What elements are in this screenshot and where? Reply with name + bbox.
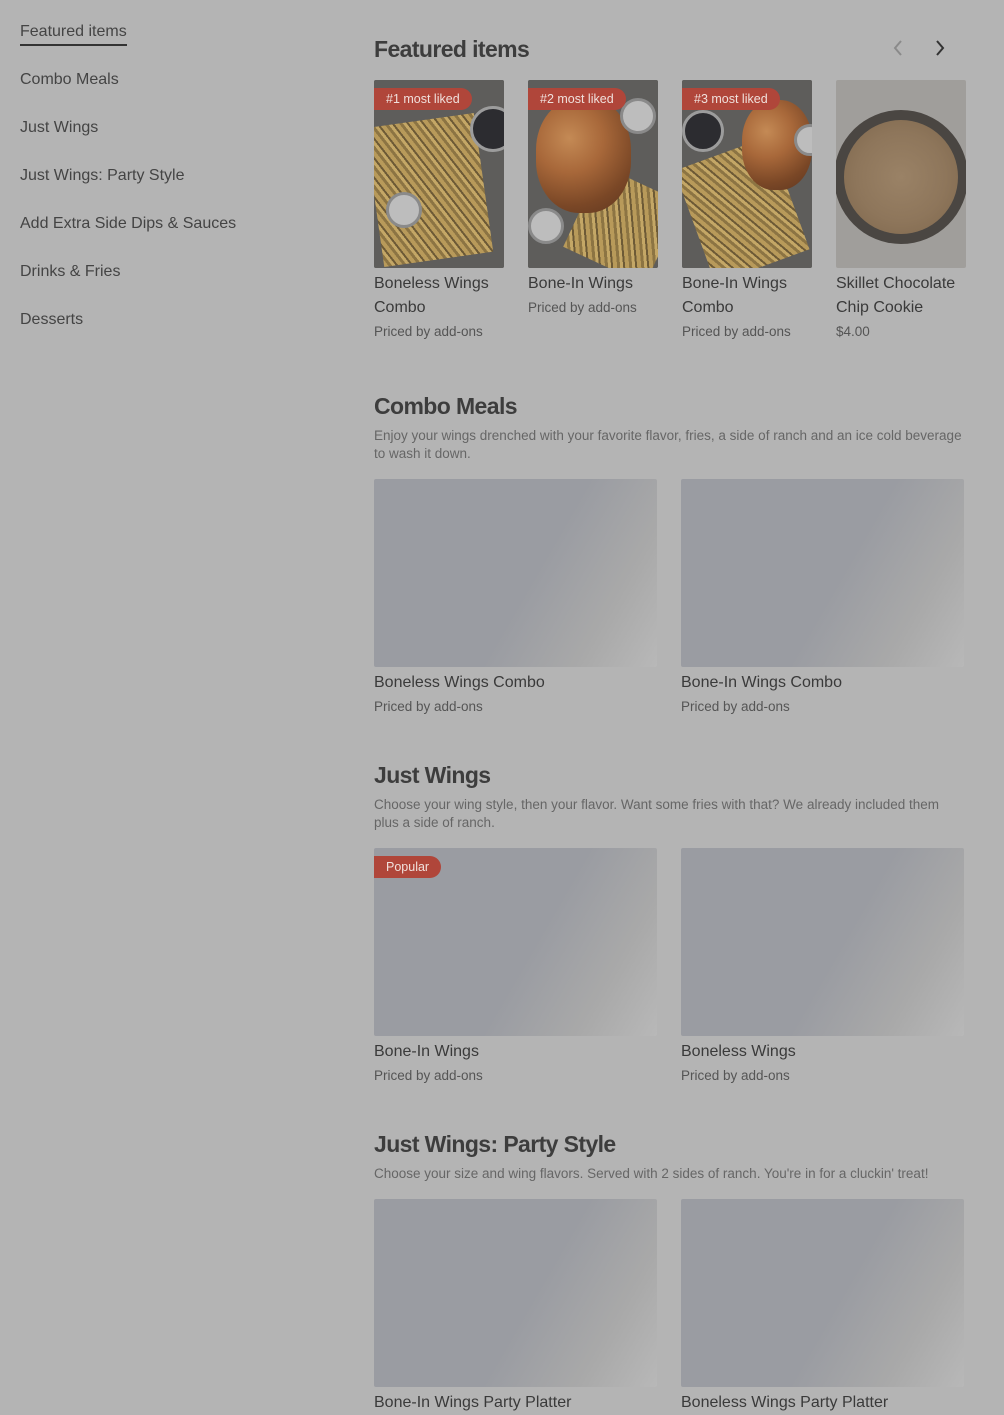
sidebar-item-just-wings-party-style[interactable]: Just Wings: Party Style [20,164,320,188]
item-price: Priced by add-ons [374,1068,483,1083]
menu-item-card[interactable]: #3 most liked Bone-In Wings Combo Priced… [682,80,812,342]
item-badge: #2 most liked [528,88,626,110]
item-image-placeholder: Popular [374,848,657,1036]
menu-item-card[interactable]: Boneless Wings Combo Priced by add-ons [374,479,657,717]
just-wings-party-style-section: Just Wings: Party Style Choose your size… [374,1125,964,1415]
section-description: Choose your wing style, then your flavor… [374,797,940,830]
item-name: Bone-In Wings [528,275,633,292]
section-title: Featured items [374,36,530,62]
item-price: Priced by add-ons [681,699,790,714]
item-image-placeholder [681,1199,964,1387]
section-description: Enjoy your wings drenched with your favo… [374,428,962,461]
carousel-next-button[interactable] [926,32,954,64]
just-wings-section: Just Wings Choose your wing style, then … [374,756,964,1088]
item-image-placeholder [374,1199,657,1387]
item-image: #2 most liked [528,80,658,268]
item-badge: #3 most liked [682,88,780,110]
sidebar-item-desserts[interactable]: Desserts [20,308,320,332]
item-price: Priced by add-ons [374,324,483,339]
menu-item-card[interactable]: #2 most liked Bone-In Wings Priced by ad… [528,80,658,342]
sidebar-item-extra-side-dips[interactable]: Add Extra Side Dips & Sauces [20,212,320,236]
category-sidebar: Featured items Combo Meals Just Wings Ju… [20,20,320,356]
popular-badge: Popular [374,856,442,878]
item-name: Skillet Chocolate Chip Cookie [836,275,956,316]
item-price: Priced by add-ons [374,699,483,714]
menu-item-card[interactable]: Bone-In Wings Party Platter [374,1199,657,1415]
menu-item-card[interactable]: #1 most liked Boneless Wings Combo Price… [374,80,504,342]
menu-item-card[interactable]: Popular Bone-In Wings Priced by add-ons [374,848,657,1086]
carousel-prev-button[interactable] [884,32,912,64]
item-name: Bone-In Wings Party Platter [374,1394,572,1411]
item-price: Priced by add-ons [681,1068,790,1083]
item-name: Boneless Wings Combo [374,674,545,691]
item-grid: Boneless Wings Combo Priced by add-ons B… [374,479,964,717]
item-grid: Bone-In Wings Party Platter Boneless Win… [374,1199,964,1415]
item-name: Boneless Wings Combo [374,275,489,316]
item-price: Priced by add-ons [682,324,791,339]
menu-item-card[interactable]: Bone-In Wings Combo Priced by add-ons [681,479,964,717]
item-grid: Popular Bone-In Wings Priced by add-ons … [374,848,964,1086]
section-description: Choose your size and wing flavors. Serve… [374,1166,929,1181]
item-name: Bone-In Wings Combo [681,674,842,691]
item-price: $4.00 [836,324,870,339]
item-name: Boneless Wings [681,1043,796,1060]
item-image [836,80,966,268]
chevron-right-icon [936,40,945,56]
menu-item-card[interactable]: Skillet Chocolate Chip Cookie $4.00 [836,80,966,342]
menu-item-card[interactable]: Boneless Wings Priced by add-ons [681,848,964,1086]
item-image-placeholder [374,479,657,667]
item-name: Bone-In Wings Combo [682,275,787,316]
section-title: Combo Meals [374,393,518,419]
section-title: Just Wings: Party Style [374,1131,616,1157]
menu-content: Featured items #1 most liked Boneless Wi… [374,30,966,1415]
featured-section: Featured items #1 most liked Boneless Wi… [374,30,966,350]
carousel-nav [884,32,954,64]
menu-item-card[interactable]: Boneless Wings Party Platter [681,1199,964,1415]
item-badge: #1 most liked [374,88,472,110]
item-image: #3 most liked [682,80,812,268]
item-image-placeholder [681,479,964,667]
chevron-left-icon [893,40,902,56]
item-price: Priced by add-ons [528,300,637,315]
section-title: Just Wings [374,762,491,788]
sidebar-item-drinks-fries[interactable]: Drinks & Fries [20,260,320,284]
item-name: Bone-In Wings [374,1043,479,1060]
item-image: #1 most liked [374,80,504,268]
featured-carousel: #1 most liked Boneless Wings Combo Price… [374,80,966,342]
item-image-placeholder [681,848,964,1036]
item-name: Boneless Wings Party Platter [681,1394,889,1411]
combo-meals-section: Combo Meals Enjoy your wings drenched wi… [374,387,964,719]
sidebar-item-featured-items[interactable]: Featured items [20,20,127,46]
sidebar-item-just-wings[interactable]: Just Wings [20,116,320,140]
sidebar-item-combo-meals[interactable]: Combo Meals [20,68,320,92]
